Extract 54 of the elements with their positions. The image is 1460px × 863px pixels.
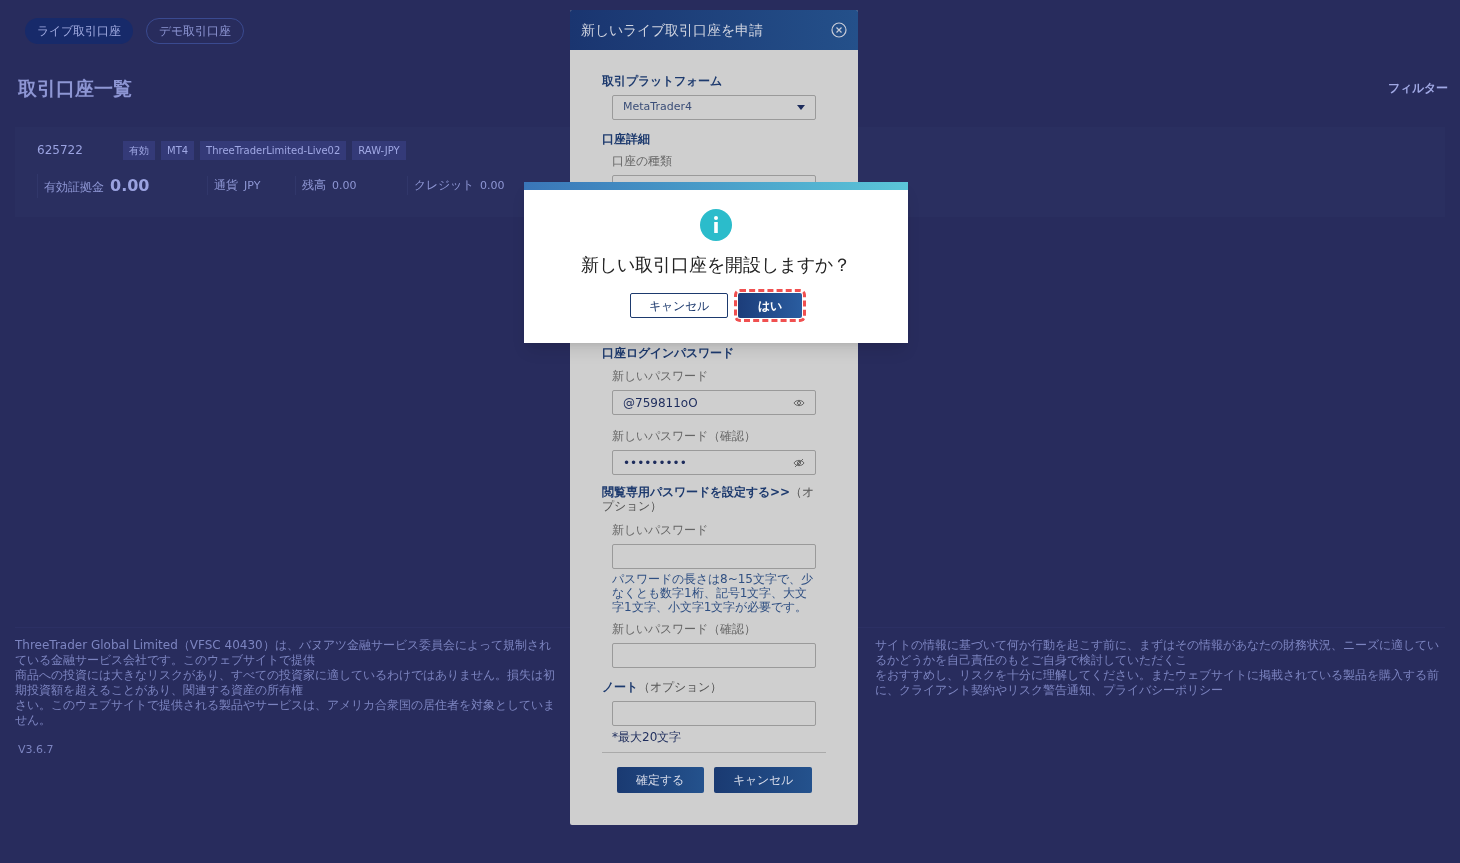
section-heading: 取引プラットフォーム [602, 73, 723, 90]
info-icon [700, 209, 732, 241]
account-tag: RAW-JPY [352, 140, 406, 160]
field-label: 口座の種類 [612, 153, 673, 170]
form-title: 新しいライブ取引口座を申請 [581, 20, 763, 40]
readonly-password-heading: 閲覧専用パスワードを設定する>>（オプション） [602, 485, 816, 513]
stat-label: クレジット [414, 177, 474, 195]
eye-icon[interactable] [793, 397, 805, 408]
version-label: V3.6.7 [18, 742, 54, 756]
field-label: 新しいパスワード（確認） [612, 428, 757, 445]
stat-value: JPY [244, 178, 261, 195]
filter-label[interactable]: フィルター [1388, 79, 1448, 98]
field-label: 新しいパスワード [612, 522, 709, 539]
account-tag: MT4 [161, 140, 195, 160]
disclaimer-text: サイトの情報に基づいて何か行動を起こす前に、まずはその情報があなたの財務状況、ニーズに適しているかどうかを自己責任のもとご自身で検討していただくこ [875, 637, 1440, 668]
input-field[interactable] [612, 544, 816, 569]
section-heading: 口座ログインパスワード [602, 345, 735, 362]
password-value: @759811oO [623, 394, 698, 412]
note-hint: *最大20文字 [612, 729, 683, 746]
stat-value: 0.00 [480, 178, 505, 195]
dialog-message: 新しい取引口座を開設しますか？ [581, 253, 851, 277]
dropdown-caret-icon [797, 105, 805, 110]
form-button[interactable]: 確定する [616, 767, 704, 793]
section-heading: 口座詳細 [602, 131, 651, 148]
note-title: ノート [602, 680, 638, 694]
field-label: 新しいパスワード（確認） [612, 621, 757, 638]
eye-slash-icon[interactable] [793, 457, 805, 468]
password-field[interactable]: @759811oO [612, 390, 816, 415]
disclaimer-text: ThreeTrader Global Limited（VFSC 40430）は、バヌアツ金融サービス委員会によって規制されている金融サービス会社です。このウェブサイトで提供 [15, 637, 552, 668]
readonly-password-link[interactable]: 閲覧専用パスワードを設定する>> [602, 485, 791, 499]
stat-label: 残高 [302, 177, 326, 195]
disclaimer-text: をおすすめし、リスクを十分に理解してください。またウェブサイトに掲載されている製品を購入する前に、クライアント契約やリスク警告通知、プライバシーポリシー [875, 667, 1440, 698]
platform-select[interactable]: MetaTrader4 [612, 95, 816, 120]
stat-label: 有効証拠金 [44, 178, 104, 196]
disclaimer-text: 商品への投資には大きなリスクがあり、すべての投資家に適しているわけではありません。損失は初期投資額を超えることがあり、関連する資産の所有権 [15, 667, 555, 698]
account-tab[interactable]: ライブ取引口座 [25, 18, 133, 44]
stat-label: 通貨 [214, 177, 238, 195]
field-label: 新しいパスワード [612, 368, 709, 385]
page-title: 取引口座一覧 [18, 76, 132, 101]
close-icon[interactable] [831, 22, 847, 38]
disclaimer-text: さい。このウェブサイトで提供される製品やサービスは、アメリカ合衆国の居住者を対象としていません。 [15, 697, 555, 728]
input-field[interactable] [612, 643, 816, 668]
form-button[interactable]: キャンセル [713, 767, 812, 793]
stat-value: 0.00 [332, 178, 357, 195]
password-hint: パスワードの長さは8~15文字で、少なくとも数字1桁、記号1文字、大文字1文字、小文字1文字が必要です。 [612, 572, 814, 614]
account-tag: 有効 [123, 140, 155, 160]
password-value: ••••••••• [623, 454, 687, 472]
account-tag: ThreeTraderLimited-Live02 [200, 140, 347, 160]
stat-value: 0.00 [110, 174, 150, 197]
optional-label: （オプション） [638, 680, 722, 694]
password-field[interactable]: ••••••••• [612, 450, 816, 475]
input-field[interactable] [612, 701, 816, 726]
dialog-cancel-button[interactable]: キャンセル [630, 293, 728, 318]
account-number: 625722 [37, 142, 84, 159]
